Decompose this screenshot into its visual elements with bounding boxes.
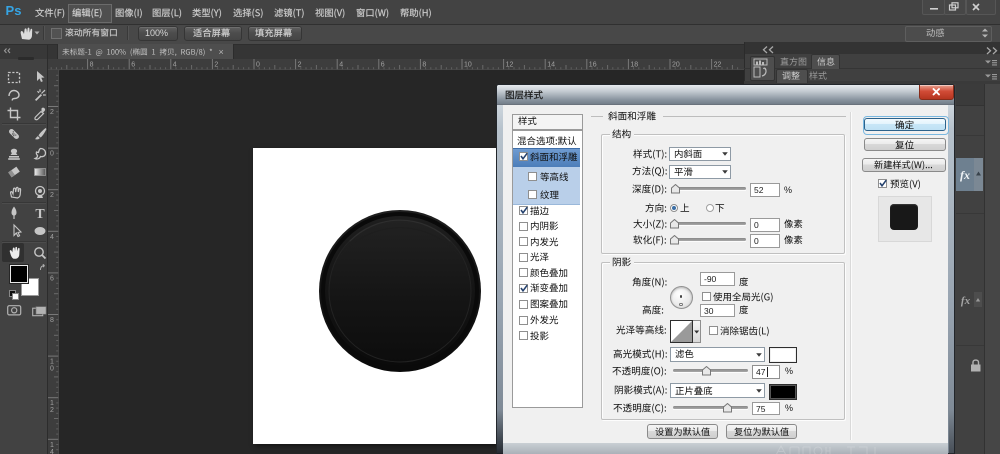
svg-text:2: 2 <box>50 407 54 414</box>
svg-text:8: 8 <box>50 317 54 324</box>
svg-text:6: 6 <box>50 275 54 282</box>
svg-text:0: 0 <box>50 366 54 373</box>
svg-text:2: 2 <box>50 109 54 116</box>
svg-text:14: 14 <box>547 62 555 69</box>
svg-text:T: T <box>35 207 45 221</box>
svg-text:10: 10 <box>464 62 472 69</box>
svg-text:20: 20 <box>672 62 680 69</box>
svg-text:4: 4 <box>50 234 54 241</box>
svg-text:0: 0 <box>50 151 54 158</box>
svg-text:22: 22 <box>714 62 722 69</box>
svg-text:4: 4 <box>50 449 54 454</box>
svg-text:12: 12 <box>506 62 514 69</box>
svg-text:1: 1 <box>50 359 54 366</box>
svg-text:16: 16 <box>589 62 597 69</box>
svg-text:1: 1 <box>50 400 54 407</box>
svg-text:1: 1 <box>50 442 54 449</box>
svg-text:2: 2 <box>50 192 54 199</box>
svg-text:18: 18 <box>630 62 638 69</box>
